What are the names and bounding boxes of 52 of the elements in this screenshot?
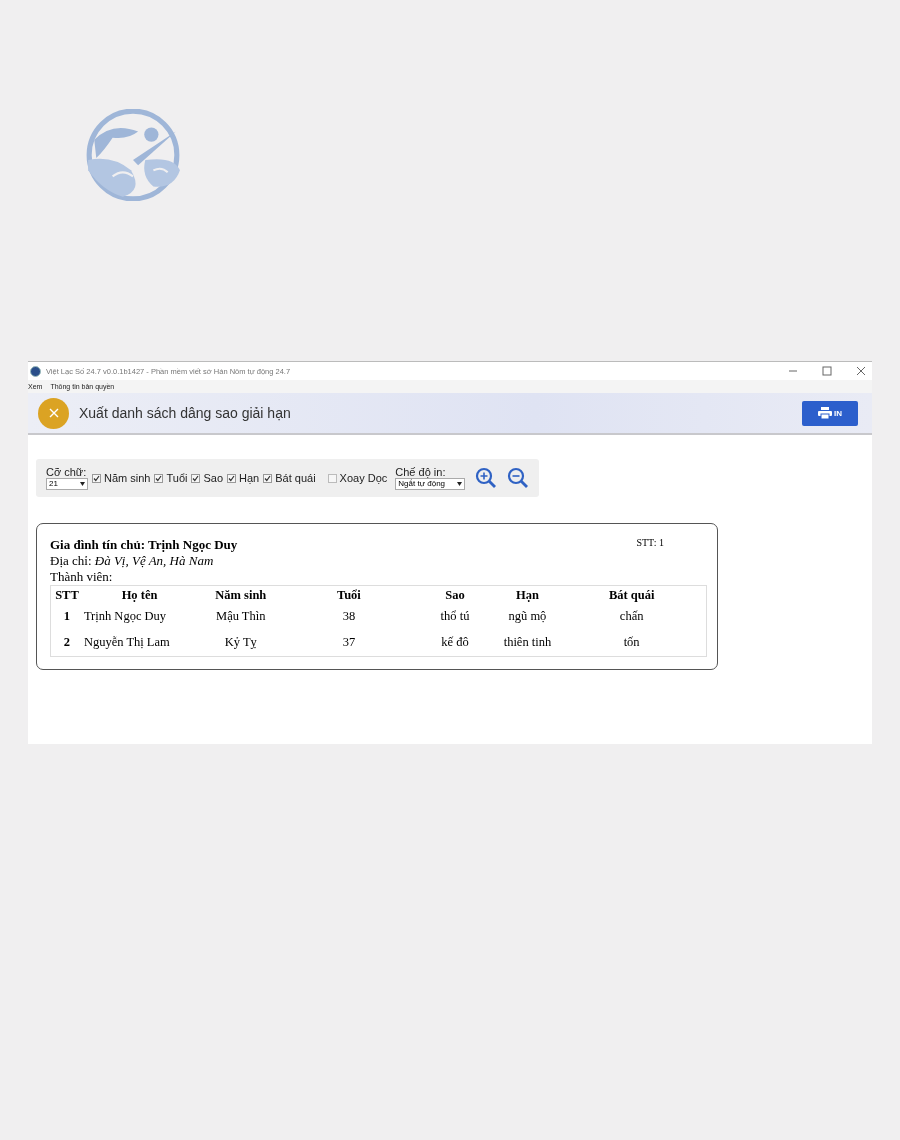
font-size-label: Cỡ chữ: (46, 466, 88, 478)
table-cell: kế đô (412, 630, 498, 657)
print-mode-label: Chế độ in: (395, 466, 447, 478)
close-icon (48, 408, 59, 418)
print-button[interactable]: IN (802, 400, 858, 426)
caret-icon (80, 482, 85, 486)
table-cell: chấn (557, 604, 707, 630)
column-header: STT (50, 585, 83, 604)
table-cell: tốn (557, 630, 707, 657)
table-cell: thiên tinh (497, 630, 558, 657)
option-label: Xoay Dọc (339, 472, 388, 484)
zoom-in-icon[interactable] (475, 467, 498, 489)
address-text: Địa chỉ: Đà Vị, Vệ An, Hà Nam (50, 553, 215, 569)
column-header: Năm sinh (196, 585, 286, 604)
option-label: Hạn (239, 472, 260, 484)
table-cell-text: Mậu Thìn (215, 608, 267, 625)
table-cell: Kỷ Tỵ (196, 630, 286, 657)
printer-icon (818, 407, 832, 419)
column-header: Sao (412, 585, 498, 604)
column-header: Hạn (497, 585, 558, 604)
table-cell: 2 (50, 630, 83, 657)
column-header: Tuổi (285, 585, 413, 604)
option-label: Tuổi (166, 472, 188, 484)
option-checkbox[interactable] (191, 473, 201, 483)
table-cell-text: 38 (341, 608, 357, 625)
members-label: Thành viên: (50, 569, 114, 585)
table-cell: Nguyễn Thị Lam (82, 630, 197, 657)
family-heading: Gia đình tín chủ: Trịnh Ngọc Duy (50, 537, 238, 553)
option-checkbox[interactable] (263, 473, 273, 483)
font-size-dropdown[interactable]: 21 (46, 478, 88, 490)
print-mode-dropdown[interactable]: Ngắt tự động (395, 478, 466, 490)
table-cell-text: Trịnh Ngọc Duy (82, 608, 168, 625)
close-icon[interactable] (856, 366, 866, 376)
caret-icon (457, 482, 463, 486)
page-title: Xuất danh sách dâng sao giải hạn (79, 405, 291, 421)
app-icon (30, 365, 41, 377)
zoom-out-icon[interactable] (507, 467, 530, 489)
option-checkbox[interactable] (154, 473, 164, 483)
option-label: Bát quái (275, 472, 316, 484)
table-cell: 37 (285, 630, 413, 657)
record-number: STT: 1 (636, 537, 664, 548)
column-header: Họ tên (82, 585, 197, 604)
table-cell-text: ngũ mộ (507, 608, 548, 625)
column-header: Bát quái (557, 585, 707, 604)
option-checkbox[interactable] (227, 473, 237, 483)
table-cell: 1 (50, 604, 83, 630)
option-label: Năm sinh (104, 472, 151, 484)
maximize-icon[interactable] (822, 366, 832, 376)
option-label: Sao (203, 472, 224, 484)
table-cell-text: thổ tú (439, 608, 471, 625)
option-checkbox[interactable] (327, 473, 337, 483)
option-checkbox[interactable] (92, 473, 101, 483)
